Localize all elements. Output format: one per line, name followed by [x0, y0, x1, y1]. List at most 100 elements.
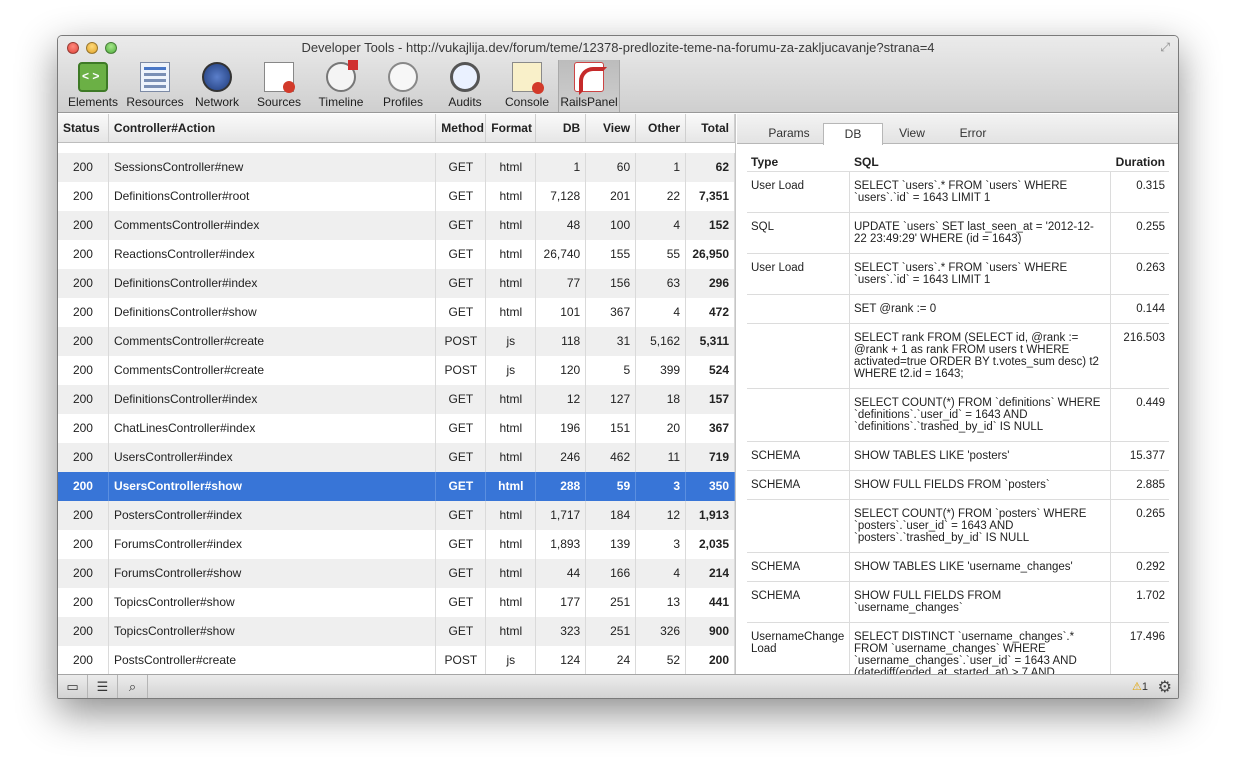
tab-params[interactable]: Params — [757, 123, 821, 145]
sql-row: SELECT rank FROM (SELECT id, @rank := @r… — [747, 324, 1169, 389]
search-icon[interactable]: ⌕ — [118, 675, 148, 698]
cell-db: 1,893 — [536, 530, 587, 559]
sql-cell-sql: SELECT rank FROM (SELECT id, @rank := @r… — [850, 324, 1111, 388]
sql-row: SCHEMA SHOW TABLES LIKE 'posters' 15.377 — [747, 442, 1169, 471]
table-row[interactable]: 200 TopicsController#show GET html 177 251 13 4… — [58, 588, 735, 617]
cell-db: 120 — [536, 356, 587, 385]
table-row[interactable]: 200 CommentsController#create POST js 118 31 5… — [58, 327, 735, 356]
cell-total: 157 — [686, 385, 735, 414]
table-row[interactable]: 200 TopicsController#show GET html 323 251 326… — [58, 617, 735, 646]
tab-view[interactable]: View — [887, 123, 937, 145]
toolbar-tab-resources[interactable]: Resources — [124, 60, 186, 112]
requests-table: Status Controller#Action Method Format DB Vie… — [58, 114, 736, 674]
warning-count[interactable]: ⚠1 — [1132, 680, 1148, 693]
column-header-status[interactable]: Status — [58, 114, 109, 142]
column-header-format[interactable]: Format — [486, 114, 537, 142]
cell-method: GET — [436, 472, 487, 501]
cell-method: POST — [436, 327, 487, 356]
table-row[interactable]: 200 ReactionsController#index GET html 26,74… — [58, 240, 735, 269]
table-row[interactable]: 200 UsersController#index GET html 246 462 11 7… — [58, 443, 735, 472]
column-header-method[interactable]: Method — [436, 114, 487, 142]
sql-cell-type: SCHEMA — [747, 471, 850, 499]
tab-db[interactable]: DB — [823, 123, 883, 145]
table-row-partial — [58, 143, 735, 153]
cell-format: html — [486, 240, 537, 269]
dock-toggle-icon[interactable]: ▭ — [58, 675, 88, 698]
sql-cell-duration: 0.292 — [1136, 561, 1165, 573]
cell-status: 200 — [58, 414, 109, 443]
toolbar-tab-elements[interactable]: Elements — [62, 60, 124, 112]
console-drawer-icon[interactable]: ☰ — [88, 675, 118, 698]
sql-cell-duration: 17.496 — [1129, 631, 1165, 643]
table-row[interactable]: 200 CommentsController#index GET html 48 100 4… — [58, 211, 735, 240]
table-row[interactable]: 200 ForumsController#index GET html 1,893 139… — [58, 530, 735, 559]
toolbar-tab-railspanel[interactable]: RailsPanel — [558, 60, 620, 112]
cell-other: 4 — [636, 298, 687, 327]
settings-gear-icon[interactable]: ⚙ — [1158, 677, 1172, 697]
toolbar-tab-profiles[interactable]: Profiles — [372, 60, 434, 112]
cell-db: 44 — [536, 559, 587, 588]
status-bar: ▭ ☰ ⌕ ⚠1 ⚙ — [58, 674, 1178, 698]
toolbar-tab-timeline[interactable]: Timeline — [310, 60, 372, 112]
table-row[interactable]: 200 DefinitionsController#index GET html 12 1… — [58, 385, 735, 414]
sql-cell-type: User Load — [747, 172, 850, 212]
sql-cell-type — [747, 389, 850, 441]
titlebar: Developer Tools - http://vukajlija.dev/f… — [58, 36, 1178, 113]
warning-icon: ⚠ — [1132, 681, 1142, 693]
elements-icon — [78, 62, 108, 92]
table-row[interactable]: 200 ChatLinesController#index GET html 196 15… — [58, 414, 735, 443]
table-row[interactable]: 200 DefinitionsController#show GET html 101 3… — [58, 298, 735, 327]
cell-total: 296 — [686, 269, 735, 298]
table-row[interactable]: 200 UsersController#show GET html 288 59 3 350 — [58, 472, 735, 501]
cell-db: 177 — [536, 588, 587, 617]
cell-status: 200 — [58, 443, 109, 472]
column-header-controller-action[interactable]: Controller#Action — [109, 114, 437, 142]
cell-format: html — [486, 530, 537, 559]
cell-other: 326 — [636, 617, 687, 646]
table-row[interactable]: 200 CommentsController#create POST js 120 5 39… — [58, 356, 735, 385]
table-row[interactable]: 200 PostersController#index GET html 1,717 18… — [58, 501, 735, 530]
table-row[interactable]: 200 DefinitionsController#index GET html 77 1… — [58, 269, 735, 298]
fullscreen-icon[interactable]: ⤢ — [1160, 40, 1170, 55]
cell-format: js — [486, 327, 537, 356]
cell-status: 200 — [58, 646, 109, 674]
column-header-view[interactable]: View — [586, 114, 637, 142]
cell-view: 60 — [586, 153, 637, 182]
cell-controller-action: UsersController#show — [109, 472, 437, 501]
table-row[interactable]: 200 DefinitionsController#root GET html 7,12… — [58, 182, 735, 211]
sql-cell-sql: UPDATE `users` SET last_seen_at = '2012-… — [850, 213, 1111, 253]
toolbar-tab-console[interactable]: Console — [496, 60, 558, 112]
sql-cell-sql: SELECT `users`.* FROM `users` WHERE `use… — [850, 172, 1111, 212]
cell-view: 151 — [586, 414, 637, 443]
sql-row: SET @rank := 0 0.144 — [747, 295, 1169, 324]
cell-db: 323 — [536, 617, 587, 646]
cell-method: GET — [436, 617, 487, 646]
cell-db: 77 — [536, 269, 587, 298]
tab-error[interactable]: Error — [945, 123, 1001, 145]
cell-total: 152 — [686, 211, 735, 240]
cell-other: 399 — [636, 356, 687, 385]
cell-total: 2,035 — [686, 530, 735, 559]
table-row[interactable]: 200 PostsController#create POST js 124 24 52 20… — [58, 646, 735, 674]
toolbar-tab-network[interactable]: Network — [186, 60, 248, 112]
sql-cell-type — [747, 324, 850, 388]
cell-method: GET — [436, 269, 487, 298]
column-header-other[interactable]: Other — [636, 114, 687, 142]
cell-controller-action: ForumsController#index — [109, 530, 437, 559]
cell-method: GET — [436, 414, 487, 443]
cell-other: 22 — [636, 182, 687, 211]
toolbar-tab-sources[interactable]: Sources — [248, 60, 310, 112]
sql-column-duration: Duration — [1115, 155, 1165, 169]
column-header-db[interactable]: DB — [536, 114, 587, 142]
cell-status: 200 — [58, 501, 109, 530]
cell-controller-action: TopicsController#show — [109, 617, 437, 646]
cell-format: html — [486, 269, 537, 298]
table-row[interactable]: 200 ForumsController#show GET html 44 166 4 214 — [58, 559, 735, 588]
toolbar-tab-audits[interactable]: Audits — [434, 60, 496, 112]
cell-format: html — [486, 617, 537, 646]
column-header-total[interactable]: Total — [686, 114, 735, 142]
cell-view: 59 — [586, 472, 637, 501]
table-row[interactable]: 200 SessionsController#new GET html 1 60 1 62 — [58, 153, 735, 182]
cell-controller-action: TopicsController#show — [109, 588, 437, 617]
cell-other: 52 — [636, 646, 687, 674]
